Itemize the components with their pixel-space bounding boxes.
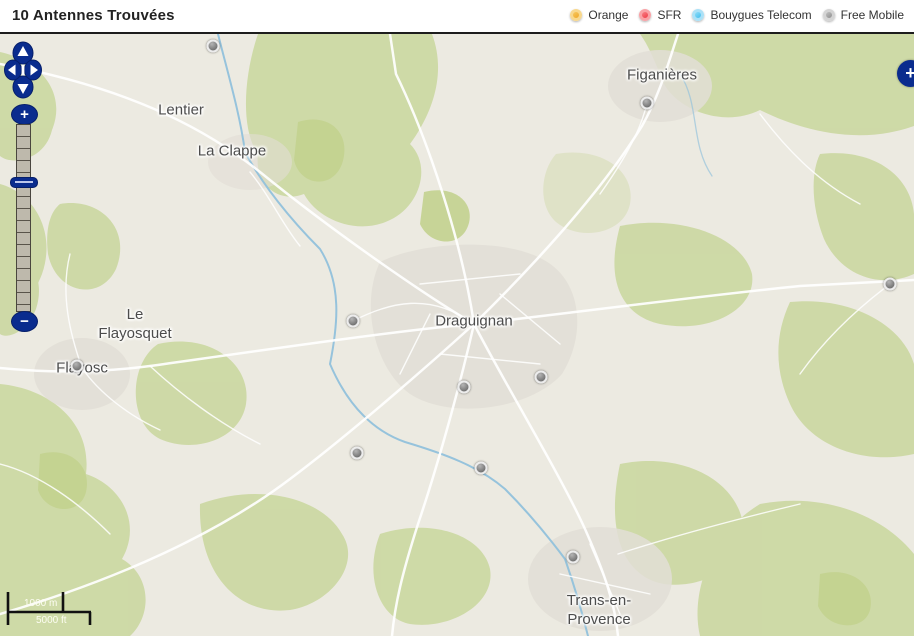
zoom-in-button[interactable]: + <box>11 104 38 125</box>
antenna-marker[interactable] <box>884 278 897 291</box>
legend-label: Orange <box>588 8 628 22</box>
legend-label: Bouygues Telecom <box>710 8 811 22</box>
scale-metric-label: 1000 m <box>24 598 57 609</box>
legend-item-sfr[interactable]: SFR <box>639 8 681 22</box>
antenna-marker[interactable] <box>641 97 654 110</box>
scale-imperial-label: 5000 ft <box>36 615 67 626</box>
pan-control[interactable] <box>4 41 42 99</box>
antenna-marker[interactable] <box>347 315 360 328</box>
antenna-marker[interactable] <box>535 371 548 384</box>
orange-marker-icon <box>570 9 582 21</box>
antenna-marker[interactable] <box>458 381 471 394</box>
map-terrain: 1000 m 5000 ft <box>0 34 914 636</box>
legend-item-bouygues-telecom[interactable]: Bouygues Telecom <box>692 8 811 22</box>
legend-item-orange[interactable]: Orange <box>570 8 628 22</box>
header: 10 Antennes Trouvées Orange SFR Bouygues T… <box>0 0 914 34</box>
free-marker-icon <box>823 9 835 21</box>
legend-label: Free Mobile <box>841 8 904 22</box>
legend: Orange SFR Bouygues Telecom Free Mobile <box>570 8 904 22</box>
zoom-slider-track[interactable] <box>16 124 31 312</box>
antenna-marker[interactable] <box>567 551 580 564</box>
page-title: 10 Antennes Trouvées <box>12 7 175 24</box>
map-canvas[interactable]: 1000 m 5000 ft + − + LentierLa ClappeFig… <box>0 34 914 636</box>
antenna-marker[interactable] <box>475 462 488 475</box>
bouygues-marker-icon <box>692 9 704 21</box>
legend-item-free-mobile[interactable]: Free Mobile <box>823 8 904 22</box>
sfr-marker-icon <box>639 9 651 21</box>
antenna-marker[interactable] <box>207 40 220 53</box>
antenna-marker[interactable] <box>71 360 84 373</box>
pan-center-icon <box>22 65 25 76</box>
zoom-out-button[interactable]: − <box>11 311 38 332</box>
legend-label: SFR <box>657 8 681 22</box>
zoom-slider-handle[interactable] <box>10 177 38 188</box>
antenna-marker[interactable] <box>351 447 364 460</box>
